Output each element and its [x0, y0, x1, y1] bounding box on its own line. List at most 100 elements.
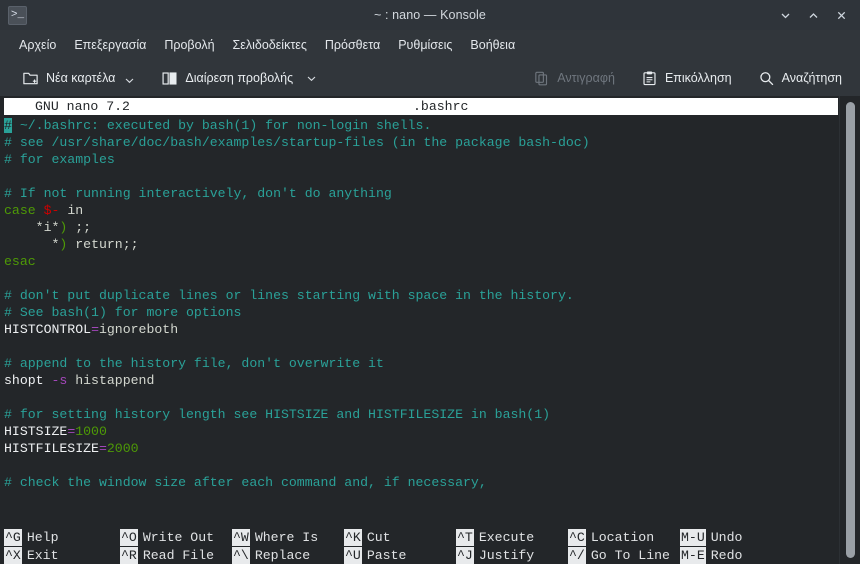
shortcut-label: Exit — [26, 547, 59, 563]
shortcut-label: Help — [26, 529, 59, 545]
shortcut-label: Read File — [142, 547, 215, 563]
shortcut-item[interactable]: M-E Redo — [680, 546, 742, 564]
shortcut-item[interactable]: ^R Read File — [120, 546, 214, 564]
window-controls — [772, 0, 854, 30]
code-span: ~/.bashrc: executed by bash(1) for non-l… — [11, 118, 432, 133]
shortcut-key: ^W — [232, 528, 250, 546]
code-span: ignoreboth — [98, 322, 179, 337]
new-tab-icon — [23, 72, 38, 84]
shortcut-key: ^X — [4, 546, 22, 564]
shortcut-label: Write Out — [142, 529, 215, 545]
code-span: 2000 — [106, 441, 139, 456]
chevron-down-icon[interactable] — [306, 73, 317, 84]
menu-item-file[interactable]: Αρχείο — [10, 34, 65, 56]
nano-title-bar: GNU nano 7.2 .bashrc — [4, 98, 838, 115]
code-line: *i*) ;; — [4, 219, 838, 236]
code-span: $- — [43, 203, 60, 218]
code-line: esac — [4, 253, 838, 270]
code-span: # check the window size after each comma… — [4, 475, 487, 490]
shortcut-item[interactable]: ^\ Replace — [232, 546, 318, 564]
code-span: HISTCONTROL — [4, 322, 92, 337]
code-line: shopt -s histappend — [4, 372, 838, 389]
maximize-chevron-up-icon[interactable] — [800, 2, 826, 28]
code-line: # for setting history length see HISTSIZ… — [4, 406, 838, 423]
terminal-view[interactable]: GNU nano 7.2 .bashrc # ~/.bashrc: execut… — [0, 96, 860, 564]
paste-button[interactable]: Επικόλληση — [635, 66, 738, 91]
shortcut-item[interactable]: ^K Cut — [344, 528, 406, 546]
shortcut-key: ^J — [456, 546, 474, 564]
nano-version-label: GNU nano 7.2 — [35, 99, 130, 114]
shortcut-label: Replace — [254, 547, 311, 563]
code-span: # See bash(1) for more options — [4, 305, 242, 320]
window-title: ~ : nano — Konsole — [374, 8, 486, 22]
code-span: = — [91, 322, 99, 337]
paste-label: Επικόλληση — [664, 71, 732, 85]
toolbar: Νέα καρτέλα Διαίρεση προβολής Αντιγραφή — [0, 60, 860, 96]
minimize-chevron-down-icon[interactable] — [772, 2, 798, 28]
menu-item-help[interactable]: Βοήθεια — [461, 34, 524, 56]
code-span: * — [4, 237, 60, 252]
shortcut-item[interactable]: ^C Location — [568, 528, 670, 546]
code-line: HISTCONTROL=ignoreboth — [4, 321, 838, 338]
menu-item-plugins[interactable]: Πρόσθετα — [316, 34, 389, 56]
menu-item-bookmarks[interactable]: Σελιδοδείκτες — [224, 34, 316, 56]
shortcut-column: ^O Write Out ^R Read File — [120, 528, 214, 564]
menu-item-settings[interactable]: Ρυθμίσεις — [389, 34, 461, 56]
split-view-button[interactable]: Διαίρεση προβολής — [155, 66, 323, 91]
copy-label: Αντιγραφή — [557, 71, 615, 85]
code-line: # for examples — [4, 151, 838, 168]
shortcut-item[interactable]: ^O Write Out — [120, 528, 214, 546]
shortcut-column: ^K Cut ^U Paste — [344, 528, 406, 564]
shortcut-key: ^K — [344, 528, 362, 546]
menu-item-edit[interactable]: Επεξεργασία — [65, 34, 155, 56]
shortcut-label: Paste — [366, 547, 407, 563]
menu-item-view[interactable]: Προβολή — [155, 34, 223, 56]
shortcut-key: ^T — [456, 528, 474, 546]
shortcut-column: ^C Location ^/Go To Line — [568, 528, 670, 564]
nano-editor-text[interactable]: # ~/.bashrc: executed by bash(1) for non… — [4, 117, 838, 491]
split-view-icon — [162, 71, 177, 85]
shortcut-item[interactable]: M-U Undo — [680, 528, 742, 546]
menu-bar: Αρχείο Επεξεργασία Προβολή Σελιδοδείκτες… — [0, 30, 860, 60]
code-span: in — [59, 203, 84, 218]
code-span — [36, 203, 44, 218]
copy-icon — [535, 71, 548, 85]
scrollbar-thumb[interactable] — [845, 102, 855, 558]
code-span: *i* — [4, 220, 60, 235]
code-line: case $- in — [4, 202, 838, 219]
close-x-icon[interactable] — [828, 2, 854, 28]
shortcut-item[interactable]: ^W Where Is — [232, 528, 318, 546]
shortcut-item[interactable]: ^T Execute — [456, 528, 534, 546]
code-span: case — [4, 203, 36, 218]
shortcut-item[interactable]: ^U Paste — [344, 546, 406, 564]
shortcut-key: ^O — [120, 528, 138, 546]
konsole-window: >_ ~ : nano — Konsole Αρχείο Επεξεργασία… — [0, 0, 860, 564]
shortcut-label: Location — [590, 529, 655, 545]
find-button[interactable]: Αναζήτηση — [752, 66, 848, 91]
code-line: *) return;; — [4, 236, 838, 253]
code-line: # If not running interactively, don't do… — [4, 185, 838, 202]
shortcut-item[interactable]: ^/Go To Line — [568, 546, 670, 564]
copy-button: Αντιγραφή — [527, 66, 621, 91]
code-line: # see /usr/share/doc/bash/examples/start… — [4, 134, 838, 151]
shortcut-column: M-U Undo M-E Redo — [680, 528, 742, 564]
code-span: ;; — [67, 220, 92, 235]
shortcut-item[interactable]: ^X Exit — [4, 546, 58, 564]
shortcut-label: Undo — [710, 529, 743, 545]
chevron-down-icon[interactable] — [124, 75, 135, 86]
code-span: # don't put duplicate lines or lines sta… — [4, 288, 574, 303]
code-span: 1000 — [75, 424, 107, 439]
shortcut-key: ^U — [344, 546, 362, 564]
nano-shortcut-bar: ^G Help ^X Exit ^O Write Out ^R Read File ^W Wher… — [4, 528, 838, 564]
code-line: HISTFILESIZE=2000 — [4, 440, 838, 457]
shortcut-item[interactable]: ^G Help — [4, 528, 58, 546]
shortcut-item[interactable]: ^J Justify — [456, 546, 534, 564]
find-label: Αναζήτηση — [781, 71, 842, 85]
terminal-scrollbar[interactable] — [839, 96, 860, 564]
new-tab-label: Νέα καρτέλα — [46, 71, 116, 85]
code-span: esac — [4, 254, 36, 269]
new-tab-button[interactable]: Νέα καρτέλα — [16, 66, 141, 91]
